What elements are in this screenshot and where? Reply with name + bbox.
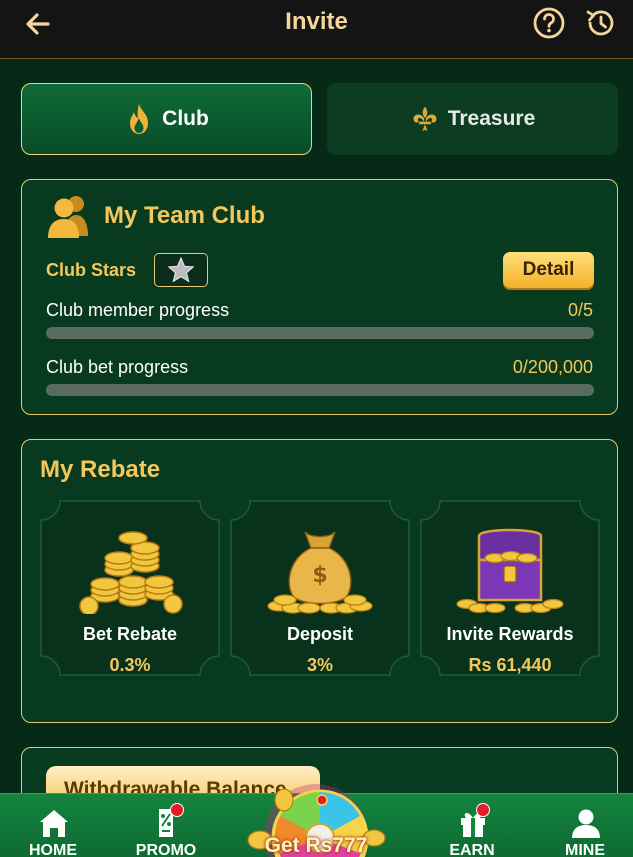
detail-button[interactable]: Detail: [503, 252, 594, 288]
club-star-badge: [154, 253, 208, 287]
treasure-chest-icon: [456, 528, 564, 614]
tab-treasure-label: Treasure: [447, 107, 536, 130]
nav-promo[interactable]: PROMO: [121, 794, 211, 857]
rebate-item-value: 3%: [306, 655, 333, 675]
history-icon[interactable]: [584, 6, 618, 40]
rebate-item-label: Deposit: [286, 624, 353, 644]
promo-badge-dot: [170, 803, 184, 817]
member-progress-label: Club member progress: [46, 300, 230, 320]
star-icon: [167, 256, 195, 283]
club-stars-label: Club Stars: [46, 260, 137, 280]
svg-text:$: $: [312, 563, 327, 588]
tab-treasure[interactable]: Treasure: [327, 83, 618, 155]
money-bag-icon: $: [267, 531, 373, 614]
bet-progress-label: Club bet progress: [46, 357, 189, 377]
rebate-item-bet[interactable]: Bet Rebate 0.3%: [40, 500, 220, 676]
bet-progress-bar: [46, 384, 594, 396]
fleur-de-lis-icon: [413, 106, 437, 132]
bet-progress-value: 0/200,000: [512, 357, 593, 377]
club-title: My Team Club: [104, 202, 265, 229]
nav-home-label: HOME: [29, 842, 77, 857]
tab-club-label: Club: [162, 107, 209, 130]
nav-home[interactable]: HOME: [8, 794, 98, 857]
nav-mine-label: MINE: [565, 842, 605, 857]
rebate-item-label: Bet Rebate: [82, 624, 178, 644]
top-bar: Invite: [0, 0, 633, 59]
tab-club[interactable]: Club: [21, 83, 312, 155]
coin-stack-icon: [79, 531, 183, 614]
rebate-item-value: Rs 61,440: [468, 655, 552, 675]
home-icon: [40, 810, 68, 837]
lucky-wheel-label: Get Rs777: [264, 834, 368, 857]
nav-earn-label: EARN: [449, 842, 495, 857]
nav-mine[interactable]: MINE: [540, 794, 630, 857]
member-progress-value: 0/5: [567, 300, 593, 320]
rebate-item-label: Invite Rewards: [446, 624, 574, 644]
rebate-card: My Rebate Bet Rebate 0.3% $ Deposit 3% I…: [21, 439, 618, 723]
flame-icon: [130, 104, 149, 134]
question-circle-icon[interactable]: [532, 6, 566, 40]
team-club-card: My Team Club Club Stars Detail Club memb…: [21, 179, 618, 415]
lucky-wheel-button[interactable]: Get Rs777: [246, 780, 386, 857]
rebate-title: My Rebate: [40, 456, 161, 483]
nav-earn[interactable]: EARN: [427, 794, 517, 857]
member-progress-bar: [46, 327, 594, 339]
club-title-row: My Team Club: [46, 192, 265, 240]
rebate-item-value: 0.3%: [109, 655, 151, 675]
team-icon: [48, 196, 88, 238]
rebate-item-deposit[interactable]: $ Deposit 3%: [230, 500, 410, 676]
user-icon: [572, 809, 600, 838]
rebate-item-invite[interactable]: Invite Rewards Rs 61,440: [420, 500, 600, 676]
earn-badge-dot: [476, 803, 490, 817]
nav-promo-label: PROMO: [135, 842, 197, 857]
